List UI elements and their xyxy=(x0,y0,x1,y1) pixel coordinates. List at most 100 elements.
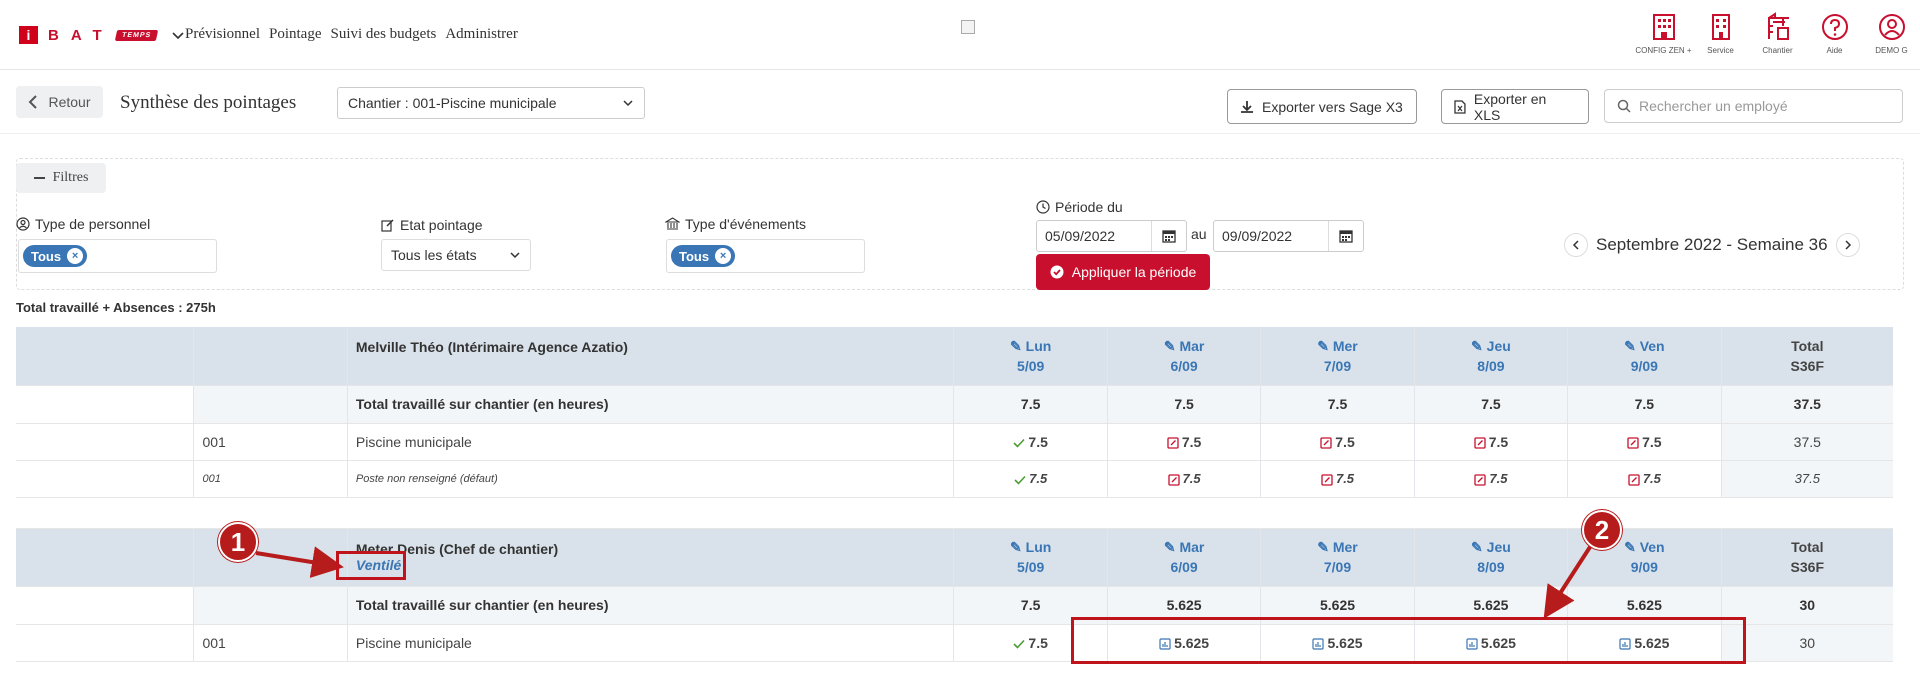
remove-tag-icon[interactable]: × xyxy=(67,248,84,264)
period-au: au xyxy=(1191,226,1207,242)
day-header[interactable]: ✎ Mer 7/09 xyxy=(1260,528,1415,587)
building-config-icon xyxy=(1652,14,1675,40)
chevron-down-icon xyxy=(623,100,633,107)
calendar-icon[interactable] xyxy=(1151,221,1186,251)
event-tag-select[interactable]: Tous × xyxy=(666,239,865,273)
tool-label: DEMO G xyxy=(1875,46,1908,55)
employee-name: Meter Denis (Chef de chantier) Ventilé xyxy=(347,528,955,587)
prev-week-button[interactable] xyxy=(1564,233,1588,257)
chevron-left-icon xyxy=(29,95,38,109)
annotation-badge-1: 1 xyxy=(218,522,258,562)
day-header[interactable]: ✎ Mar 6/09 xyxy=(1107,327,1262,386)
total-worked-absences: Total travaillé + Absences : 275h xyxy=(16,300,216,315)
site-select[interactable]: Chantier : 001-Piscine municipale xyxy=(337,87,645,119)
edit-square-icon xyxy=(1167,473,1180,486)
edit-square-icon xyxy=(1167,437,1179,449)
site-code: 001 xyxy=(193,423,348,461)
back-button[interactable]: Retour xyxy=(16,86,103,118)
date-from-input[interactable]: 05/09/2022 xyxy=(1036,220,1187,252)
day-header[interactable]: ✎ Mer 7/09 xyxy=(1260,327,1415,386)
edit-square-icon xyxy=(1321,473,1333,486)
menu-previsionnel[interactable]: Prévisionnel xyxy=(185,26,260,43)
filters-panel xyxy=(16,158,1904,290)
employee-search-input[interactable]: Rechercher un employé xyxy=(1604,89,1903,123)
app-logo[interactable]: i BAT TEMPS xyxy=(19,26,185,44)
sum-row: Total travaillé sur chantier (en heures)… xyxy=(16,385,1893,424)
hours-cell[interactable]: 7.5 xyxy=(1107,423,1262,461)
site-label: Piscine municipale xyxy=(347,624,955,662)
total-header: Total S36F xyxy=(1721,528,1893,587)
tool-service[interactable]: Service xyxy=(1692,12,1749,55)
edit-square-icon xyxy=(1474,437,1486,449)
hours-cell[interactable]: 7.5 xyxy=(1414,460,1569,498)
tool-config-zen[interactable]: CONFIG ZEN + xyxy=(1635,12,1692,55)
hours-cell[interactable]: 7.5 xyxy=(1107,460,1262,498)
filters-toggle-button[interactable]: Filtres xyxy=(16,163,106,193)
day-header[interactable]: ✎ Lun 5/09 xyxy=(953,327,1108,386)
export-sage-button[interactable]: Exporter vers Sage X3 xyxy=(1227,89,1417,124)
apply-period-button[interactable]: Appliquer la période xyxy=(1036,254,1210,290)
event-filter-label: Type d'événements xyxy=(665,216,806,232)
back-label: Retour xyxy=(48,94,91,110)
personnel-filter-label: Type de personnel xyxy=(16,216,150,232)
sum-value: 7.5 xyxy=(953,385,1108,424)
download-icon xyxy=(1241,100,1253,113)
date-from-value: 05/09/2022 xyxy=(1045,228,1116,244)
day-header[interactable]: ✎ Lun 5/09 xyxy=(953,528,1108,587)
broken-image-icon xyxy=(961,20,975,34)
hours-cell[interactable]: 7.5 xyxy=(953,423,1108,461)
site-select-value: Chantier : 001-Piscine municipale xyxy=(348,95,557,111)
menu-pointage[interactable]: Pointage xyxy=(269,26,322,43)
table-row: 001 Poste non renseigné (défaut) 7.5 7.5… xyxy=(16,460,1893,498)
hours-cell[interactable]: 7.5 xyxy=(953,460,1108,498)
tool-label: Service xyxy=(1707,46,1734,55)
sum-total: 30 xyxy=(1721,586,1893,625)
event-tag[interactable]: Tous × xyxy=(671,245,736,267)
hours-cell[interactable]: 7.5 xyxy=(1567,423,1722,461)
export-xls-button[interactable]: Exporter en XLS xyxy=(1441,89,1589,124)
sum-label: Total travaillé sur chantier (en heures) xyxy=(347,385,955,424)
remove-tag-icon[interactable]: × xyxy=(715,248,732,264)
personnel-tag[interactable]: Tous × xyxy=(23,245,88,267)
bank-icon xyxy=(665,217,680,230)
date-to-input[interactable]: 09/09/2022 xyxy=(1213,220,1364,252)
export-sage-label: Exporter vers Sage X3 xyxy=(1262,98,1403,115)
hours-cell[interactable]: 7.5 xyxy=(1414,423,1569,461)
day-header[interactable]: ✎ Jeu 8/09 xyxy=(1414,327,1569,386)
day-header[interactable]: ✎ Jeu 8/09 xyxy=(1414,528,1569,587)
calendar-icon[interactable] xyxy=(1328,221,1363,251)
state-select[interactable]: Tous les états xyxy=(381,239,531,271)
personnel-tag-select[interactable]: Tous × xyxy=(18,239,217,273)
tool-chantier[interactable]: Chantier xyxy=(1749,12,1806,55)
highlight-ventilated-hours xyxy=(1071,617,1746,664)
site-label: Poste non renseigné (défaut) xyxy=(347,460,955,498)
chevron-down-icon[interactable] xyxy=(171,28,185,42)
tool-icons: CONFIG ZEN + Service Chantier Aide DEMO … xyxy=(1635,12,1920,55)
site-code: 001 xyxy=(193,624,348,662)
personnel-label-text: Type de personnel xyxy=(35,216,151,232)
event-label-text: Type d'événements xyxy=(685,216,806,232)
day-header[interactable]: ✎ Mar 6/09 xyxy=(1107,528,1262,587)
tool-user[interactable]: DEMO G xyxy=(1863,12,1920,55)
state-filter-label: Etat pointage xyxy=(381,217,483,233)
event-tag-label: Tous xyxy=(679,248,710,264)
site-label: Piscine municipale xyxy=(347,423,955,461)
menu-administrer[interactable]: Administrer xyxy=(445,26,518,43)
check-icon xyxy=(1013,438,1026,448)
employee-name: Melville Théo (Intérimaire Agence Azatio… xyxy=(347,327,955,386)
day-header[interactable]: ✎ Ven 9/09 xyxy=(1567,327,1722,386)
row-total: 37.5 xyxy=(1721,423,1893,461)
tool-label: Aide xyxy=(1826,46,1843,55)
edit-icon xyxy=(381,219,394,232)
tool-aide[interactable]: Aide xyxy=(1806,12,1863,55)
search-icon xyxy=(1617,99,1631,113)
hours-cell[interactable]: 7.5 xyxy=(1260,423,1415,461)
edit-square-icon xyxy=(1628,473,1640,486)
menu-suivi-budgets[interactable]: Suivi des budgets xyxy=(331,26,437,43)
hours-cell[interactable]: 7.5 xyxy=(1260,460,1415,498)
next-week-button[interactable] xyxy=(1835,233,1860,257)
check-circle-icon xyxy=(1050,265,1064,279)
hours-cell[interactable]: 7.5 xyxy=(1567,460,1722,498)
spacer-row xyxy=(16,661,1893,686)
sum-value: 7.5 xyxy=(1260,385,1415,424)
